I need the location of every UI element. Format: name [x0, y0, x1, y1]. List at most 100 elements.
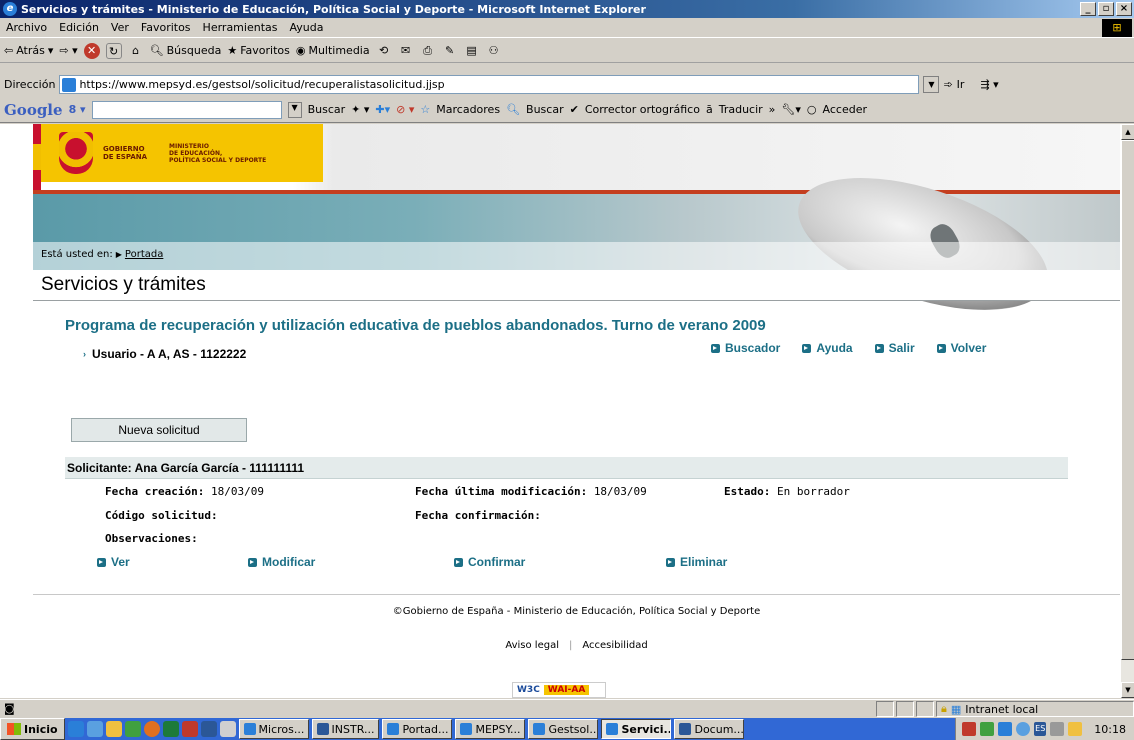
- google-search-input[interactable]: [91, 100, 282, 119]
- bookmarks-star-icon[interactable]: ☆: [420, 103, 430, 116]
- action-confirmar[interactable]: Confirmar: [454, 555, 525, 569]
- popup-blocker-icon[interactable]: ⊘ ▾: [396, 103, 414, 116]
- gobierno-line1: GOBIERNO: [103, 145, 145, 153]
- nav-buscador[interactable]: Buscador: [711, 341, 780, 355]
- history-icon[interactable]: ⟲: [376, 43, 392, 59]
- task-label: INSTR...: [331, 722, 375, 736]
- quicklaunch-ie-icon[interactable]: [67, 721, 84, 737]
- task-mepsy[interactable]: MEPSY...: [455, 719, 526, 739]
- volume-icon[interactable]: [1050, 722, 1065, 736]
- nav-salir[interactable]: Salir: [874, 341, 915, 355]
- task-servici[interactable]: Servici...: [601, 719, 672, 739]
- quicklaunch-media-icon[interactable]: [143, 721, 160, 737]
- google-tools-icon[interactable]: ✦ ▾: [351, 103, 369, 116]
- stop-icon[interactable]: ✕: [83, 42, 100, 59]
- task-gestsol[interactable]: Gestsol...: [528, 719, 599, 739]
- menu-herramientas[interactable]: Herramientas: [203, 21, 278, 34]
- task-portad[interactable]: Portad...: [382, 719, 453, 739]
- tray-monitor-icon[interactable]: [998, 722, 1013, 736]
- menu-archivo[interactable]: Archivo: [6, 21, 47, 34]
- scroll-up-button[interactable]: ▲: [1121, 124, 1134, 140]
- url-input[interactable]: https://www.mepsyd.es/gestsol/solicitud/…: [59, 75, 920, 94]
- corrector-button[interactable]: Corrector ortográfico: [585, 103, 700, 116]
- minimize-button[interactable]: _: [1080, 2, 1096, 16]
- go-button[interactable]: Ir: [957, 78, 965, 91]
- action-ver[interactable]: Ver: [97, 555, 130, 569]
- gobierno-line2: DE ESPAÑA: [103, 153, 148, 161]
- nav-volver[interactable]: Volver: [936, 341, 986, 355]
- arrow-box-icon: [454, 557, 463, 567]
- go-arrow-icon[interactable]: ➾: [943, 78, 952, 91]
- print-icon[interactable]: ⎙: [420, 43, 436, 59]
- menu-favoritos[interactable]: Favoritos: [141, 21, 191, 34]
- wrench-icon[interactable]: 🔧︎▾: [781, 103, 801, 116]
- google-search2-icon: 🔍︎: [506, 103, 521, 116]
- google-plus-icon[interactable]: ✚▾: [375, 103, 390, 116]
- copyright: ©Gobierno de España - Ministerio de Educ…: [392, 606, 761, 617]
- arrow-box-icon: [666, 557, 675, 567]
- tray-app-icon[interactable]: [980, 722, 995, 736]
- quicklaunch-folder-icon[interactable]: [105, 721, 122, 737]
- accesibilidad-link[interactable]: Accesibilidad: [582, 640, 647, 651]
- search-button[interactable]: 🔍︎ Búsqueda: [150, 44, 222, 57]
- w3c-wai-aa-badge[interactable]: W3C WAI-AA: [512, 682, 606, 698]
- quicklaunch-desktop-icon[interactable]: [86, 721, 103, 737]
- menu-ayuda[interactable]: Ayuda: [289, 21, 323, 34]
- traducir-button[interactable]: Traducir: [719, 103, 763, 116]
- google-search-dropdown[interactable]: ▼: [287, 101, 302, 118]
- edit-icon[interactable]: ✎: [442, 43, 458, 59]
- maximize-button[interactable]: ▫: [1098, 2, 1114, 16]
- acceder-button[interactable]: Acceder: [823, 103, 867, 116]
- fecha-creacion-value: 18/03/09: [210, 485, 264, 498]
- quicklaunch-pdf-icon[interactable]: [219, 721, 236, 737]
- favorites-label: Favoritos: [240, 44, 290, 57]
- discuss-icon[interactable]: ▤: [464, 43, 480, 59]
- star-icon: ★: [227, 44, 238, 57]
- back-arrow-icon: ⇦: [4, 44, 14, 57]
- scroll-down-button[interactable]: ▼: [1121, 682, 1134, 698]
- more-chevron-icon[interactable]: »: [769, 103, 776, 116]
- breadcrumb-link-portada[interactable]: Portada: [125, 249, 163, 260]
- marcadores-button[interactable]: Marcadores: [436, 103, 500, 116]
- start-label: Inicio: [24, 722, 58, 736]
- ie-task-icon: [606, 723, 619, 735]
- vertical-scrollbar[interactable]: ▲ ▼: [1120, 124, 1134, 698]
- task-docum[interactable]: Docum...: [674, 719, 745, 739]
- favorites-button[interactable]: ★ Favoritos: [227, 44, 290, 57]
- forward-button[interactable]: ⇨ ▾: [59, 44, 77, 57]
- close-button[interactable]: ×: [1116, 2, 1132, 16]
- language-indicator[interactable]: ES: [1034, 722, 1047, 736]
- home-icon[interactable]: ⌂: [128, 43, 144, 59]
- task-micros[interactable]: Micros...: [238, 719, 309, 739]
- quicklaunch-powerpoint-icon[interactable]: [181, 721, 198, 737]
- messenger-icon[interactable]: ⚇: [486, 43, 502, 59]
- buscar2-button[interactable]: Buscar: [526, 103, 564, 116]
- scroll-thumb[interactable]: [1121, 140, 1134, 660]
- google-dropdown-icon[interactable]: 8 ▾: [69, 103, 86, 116]
- new-request-button[interactable]: Nueva solicitud: [71, 418, 247, 442]
- action-eliminar[interactable]: Eliminar: [666, 555, 727, 569]
- network-icon[interactable]: [962, 722, 977, 736]
- quicklaunch-word-icon[interactable]: [200, 721, 217, 737]
- back-button[interactable]: ⇦ Atrás ▾: [4, 44, 53, 57]
- tray-tool-icon[interactable]: [1068, 722, 1083, 736]
- quicklaunch-excel-icon[interactable]: [162, 721, 179, 737]
- google-search-button[interactable]: Buscar: [308, 103, 346, 116]
- aviso-legal-link[interactable]: Aviso legal: [505, 640, 559, 651]
- tray-messenger-icon[interactable]: [1016, 722, 1031, 736]
- fecha-confirmacion: Fecha confirmación:: [415, 509, 541, 522]
- quicklaunch-app-icon[interactable]: [124, 721, 141, 737]
- action-modificar[interactable]: Modificar: [248, 555, 315, 569]
- links-icon[interactable]: ⇶ ▾: [980, 78, 998, 91]
- refresh-icon[interactable]: ↻: [105, 42, 122, 59]
- start-button[interactable]: Inicio: [0, 718, 65, 740]
- menu-ver[interactable]: Ver: [111, 21, 129, 34]
- w3c-label: W3C: [517, 685, 540, 695]
- address-dropdown[interactable]: ▼: [923, 76, 940, 93]
- task-instr[interactable]: INSTR...: [311, 719, 380, 739]
- menu-edicion[interactable]: Edición: [59, 21, 99, 34]
- nav-ayuda[interactable]: Ayuda: [802, 341, 853, 355]
- arrow-box-icon: [97, 557, 106, 567]
- multimedia-button[interactable]: ◉ Multimedia: [296, 44, 370, 57]
- mail-icon[interactable]: ✉: [398, 43, 414, 59]
